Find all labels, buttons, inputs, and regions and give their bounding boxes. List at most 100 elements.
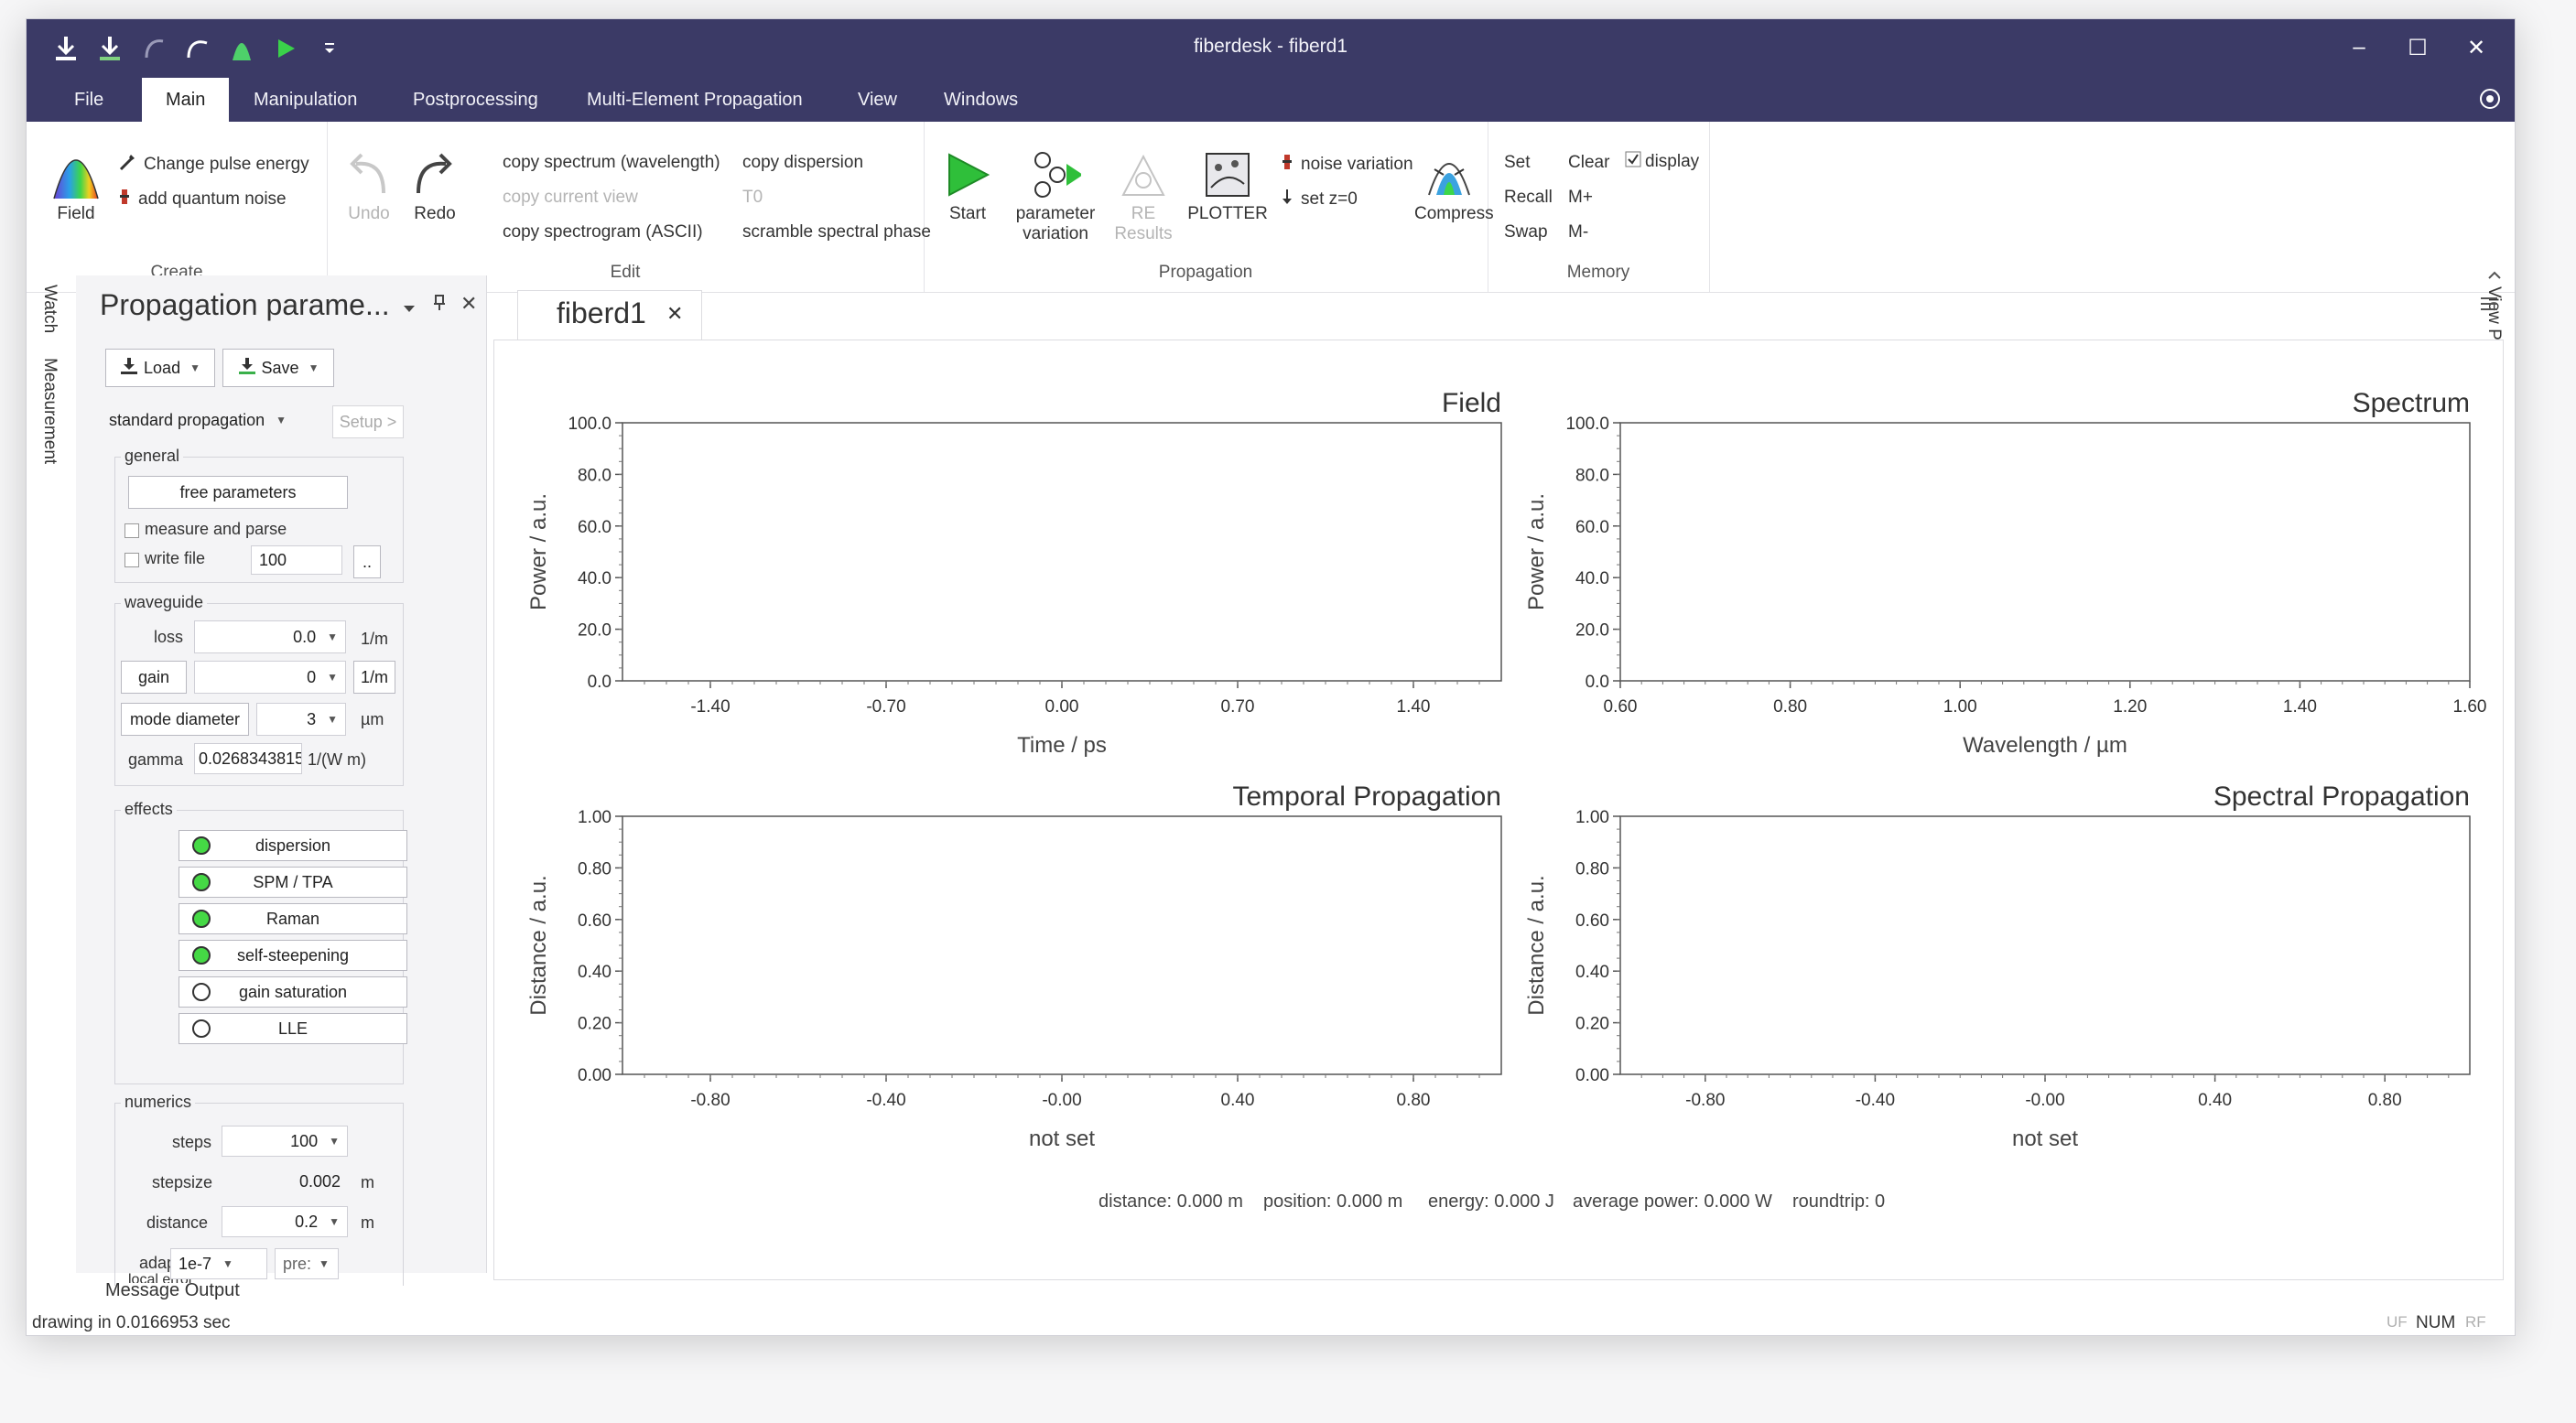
x-tick-label: 0.40	[1221, 1091, 1255, 1110]
start-button[interactable]: Start	[935, 149, 1001, 224]
precision-select[interactable]: pre: ▼	[275, 1248, 339, 1279]
free-parameters-button[interactable]: free parameters	[128, 476, 348, 509]
tab-file[interactable]: File	[54, 78, 124, 122]
field-label: Field	[57, 204, 95, 223]
plot-frame[interactable]	[622, 422, 1502, 682]
minimize-button[interactable]: –	[2330, 27, 2388, 69]
gain-button[interactable]: gain	[121, 661, 187, 694]
close-button[interactable]: ✕	[2447, 27, 2506, 69]
add-quantum-noise-button[interactable]: add quantum noise	[118, 188, 287, 211]
parameter-variation-button[interactable]: parameter variation	[1006, 149, 1105, 244]
plot-frame[interactable]	[1619, 815, 2471, 1075]
tab-main[interactable]: Main	[142, 78, 230, 122]
set-z0-button[interactable]: set z=0	[1281, 188, 1358, 211]
document-area: 0.0 20.0 40.0 60.0 80.0 100.0 -1.40 -0.70 0.00 0.…	[493, 340, 2504, 1280]
browse-file-button[interactable]: ..	[353, 545, 381, 578]
maximize-button[interactable]: ☐	[2388, 27, 2447, 69]
memory-set-button[interactable]: Set	[1504, 153, 1531, 173]
status-position: position: 0.000 m	[1263, 1191, 1403, 1212]
pin-icon[interactable]	[433, 294, 446, 318]
effect-toggle-gain-saturation[interactable]: gain saturation	[179, 976, 407, 1008]
effect-label: Raman	[265, 909, 320, 928]
memory-mplus-button[interactable]: M+	[1568, 188, 1593, 208]
collapse-ribbon-icon[interactable]	[2487, 268, 2502, 285]
effects-title: effects	[121, 800, 177, 819]
side-tab-measurement[interactable]: Measurement	[39, 358, 60, 464]
memory-swap-button[interactable]: Swap	[1504, 222, 1548, 243]
side-tab-watch[interactable]: Watch	[39, 285, 60, 333]
plot-frame[interactable]	[1619, 422, 2471, 682]
mode-diameter-button[interactable]: mode diameter	[121, 703, 249, 736]
mode-diameter-input[interactable]: 3 ▼	[256, 703, 346, 736]
write-file-checkbox[interactable]	[124, 553, 139, 567]
x-tick-label: 0.00	[1045, 697, 1079, 717]
steps-input[interactable]: 100 ▼	[222, 1126, 348, 1157]
ribbon-options-icon[interactable]	[2480, 89, 2500, 109]
plot-title: Spectrum	[2353, 388, 2470, 418]
document-tab[interactable]: fiberd1 ✕	[517, 290, 702, 340]
copy-dispersion-button[interactable]: copy dispersion	[742, 153, 863, 173]
gamma-input[interactable]: 0.02683438151	[194, 743, 302, 774]
effect-toggle-dispersion[interactable]: dispersion	[179, 830, 407, 861]
status-average-power: average power: 0.000 W	[1573, 1191, 1772, 1212]
adaptive-error-input[interactable]: 1e-7 ▼	[170, 1248, 267, 1279]
ribbon-group-memory: Set Recall Swap Clear M+ M- display Memo…	[1488, 122, 1710, 292]
load-button[interactable]: Load ▼	[105, 349, 215, 387]
re-results-button[interactable]: RE Results	[1110, 149, 1176, 244]
noise-variation-button[interactable]: noise variation	[1281, 153, 1413, 177]
write-file-input[interactable]: 100	[251, 545, 342, 575]
display-checkbox[interactable]: display	[1625, 151, 1699, 173]
panel-close-icon[interactable]: ✕	[460, 292, 477, 316]
tab-manipulation[interactable]: Manipulation	[233, 78, 377, 122]
effect-toggle-spm-tpa[interactable]: SPM / TPA	[179, 867, 407, 898]
plot-frame[interactable]	[622, 815, 1502, 1075]
panel-dropdown-icon[interactable]	[402, 299, 417, 320]
y-tick-label: 0.00	[1575, 1066, 1609, 1085]
memory-mminus-button[interactable]: M-	[1568, 222, 1588, 243]
propagation-mode-select[interactable]: standard propagation ▼	[109, 405, 319, 435]
measure-and-parse-checkbox[interactable]	[124, 523, 139, 538]
plotter-button[interactable]: PLOTTER	[1184, 149, 1272, 224]
tab-view[interactable]: View	[838, 78, 917, 122]
effect-toggle-lle[interactable]: LLE	[179, 1013, 407, 1044]
memory-recall-button[interactable]: Recall	[1504, 188, 1553, 208]
y-tick-label: 100.0	[1565, 415, 1609, 434]
copy-current-view-button[interactable]: copy current view	[503, 188, 638, 208]
re-results-icon	[1118, 149, 1169, 200]
y-tick-label: 0.20	[1575, 1015, 1609, 1034]
save-button[interactable]: Save ▼	[222, 349, 334, 387]
plot-spectral-propagation: 0.00 0.20 0.40 0.60 0.80 1.00 -0.80 -0.40 -0.00 0…	[1524, 782, 2471, 1151]
effect-toggle-self-steepening[interactable]: self-steepening	[179, 940, 407, 971]
scramble-spectral-phase-button[interactable]: scramble spectral phase	[742, 222, 931, 243]
field-button[interactable]: Field	[47, 149, 105, 224]
title-bar: fiberdesk - fiberd1 – ☐ ✕	[27, 19, 2515, 78]
copy-spectrogram-button[interactable]: copy spectrogram (ASCII)	[503, 222, 703, 243]
loss-input[interactable]: 0.0 ▼	[194, 620, 346, 653]
loss-label: loss	[154, 628, 184, 646]
ribbon-tabs: File Main Manipulation Postprocessing Mu…	[27, 78, 2515, 122]
undo-button[interactable]: Undo	[340, 149, 398, 224]
document-menu-icon[interactable]	[2480, 296, 2498, 317]
memory-clear-button[interactable]: Clear	[1568, 153, 1609, 173]
gain-input[interactable]: 0 ▼	[194, 661, 346, 694]
change-pulse-energy-button[interactable]: Change pulse energy	[118, 153, 309, 177]
copy-spectrum-wavelength-button[interactable]: copy spectrum (wavelength)	[503, 153, 720, 173]
t0-button[interactable]: T0	[742, 188, 763, 208]
group-label-propagation: Propagation	[1158, 263, 1253, 282]
stepsize-label: stepsize	[152, 1173, 213, 1191]
tab-windows[interactable]: Windows	[924, 78, 1038, 122]
document-tab-close-icon[interactable]: ✕	[666, 302, 683, 326]
y-axis-label: Distance / a.u.	[1524, 875, 1549, 1015]
distance-input[interactable]: 0.2 ▼	[222, 1206, 348, 1237]
compress-button[interactable]: Compress	[1414, 149, 1494, 224]
gamma-unit: 1/(W m)	[308, 750, 366, 769]
status-rf: RF	[2465, 1313, 2486, 1331]
setup-button[interactable]: Setup >	[332, 405, 404, 438]
tab-postprocessing[interactable]: Postprocessing	[393, 78, 558, 122]
gain-unit-button[interactable]: 1/m	[353, 661, 395, 694]
redo-button[interactable]: Redo	[406, 149, 464, 224]
message-output-tab[interactable]: Message Output	[105, 1280, 240, 1301]
tab-multi-element-propagation[interactable]: Multi-Element Propagation	[567, 78, 823, 122]
led-on-icon	[192, 836, 211, 855]
effect-toggle-raman[interactable]: Raman	[179, 903, 407, 934]
